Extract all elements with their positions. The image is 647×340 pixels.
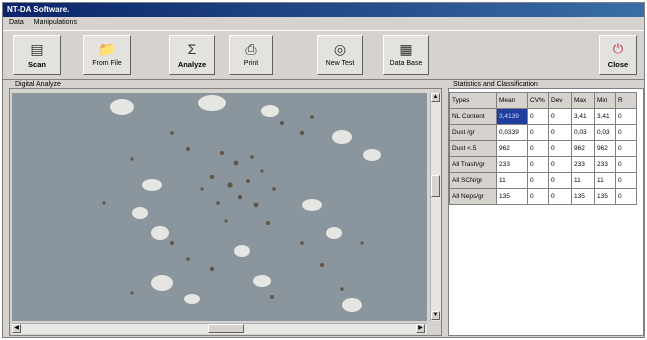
table-cell[interactable]: 233	[594, 156, 616, 173]
database-icon: ▦	[399, 41, 413, 57]
image-vertical-scrollbar[interactable]: ▲ ▼	[430, 93, 441, 321]
image-horizontal-scrollbar[interactable]: ◀ ▶	[12, 323, 427, 334]
table-cell[interactable]: 0	[527, 188, 549, 205]
toolbar: ▤ Scan 📁 From File Σ Analyze ⎙ Print ◎ N…	[3, 30, 644, 80]
header-r: R	[615, 92, 637, 109]
table-cell[interactable]: 0	[615, 140, 637, 157]
table-header-row: Types Mean CV% Dev Max Min R	[449, 92, 637, 109]
scanner-icon: ▤	[30, 41, 44, 57]
table-row[interactable]: Dust <.5 962 0 0 962 962 0	[449, 140, 637, 157]
table-cell[interactable]: 0,0339	[496, 124, 528, 141]
scan-button[interactable]: ▤ Scan	[13, 35, 61, 75]
table-cell[interactable]: 0	[527, 172, 549, 189]
menu-bar: Data Manipulations	[3, 17, 644, 29]
app-window: NT-DA Software. Data Manipulations ▤ Sca…	[2, 2, 645, 338]
table-cell[interactable]: 135	[594, 188, 616, 205]
table-cell[interactable]: 233	[496, 156, 528, 173]
scroll-right-icon[interactable]: ▶	[416, 324, 425, 333]
selected-cell[interactable]: 3,4139	[496, 108, 528, 125]
table-cell[interactable]: 11	[571, 172, 595, 189]
from-file-button[interactable]: 📁 From File	[83, 35, 131, 75]
scroll-down-icon[interactable]: ▼	[431, 311, 440, 320]
table-cell[interactable]: 0	[615, 188, 637, 205]
table-cell[interactable]: 0	[615, 172, 637, 189]
power-icon: ⏻	[612, 41, 624, 56]
table-cell[interactable]: 0	[615, 156, 637, 173]
close-button[interactable]: ⏻ Close	[599, 35, 637, 75]
table-cell[interactable]: 0	[527, 140, 549, 157]
row-label: All Neps/gr	[449, 188, 497, 205]
table-cell[interactable]: 0	[615, 108, 637, 125]
row-label: NL Content	[449, 108, 497, 125]
header-max: Max	[571, 92, 595, 109]
row-label: All Trash/gr	[449, 156, 497, 173]
table-cell[interactable]: 0	[548, 140, 572, 157]
title-bar: NT-DA Software.	[3, 3, 644, 17]
table-cell[interactable]: 0,03	[594, 124, 616, 141]
fiber-sample-picture	[12, 93, 427, 321]
new-test-button[interactable]: ◎ New Test	[317, 35, 363, 75]
table-cell[interactable]: 0	[548, 188, 572, 205]
scroll-up-icon[interactable]: ▲	[431, 93, 440, 102]
row-label: All SCN/gr	[449, 172, 497, 189]
table-cell[interactable]: 962	[496, 140, 528, 157]
scroll-left-icon[interactable]: ◀	[12, 324, 21, 333]
row-label: Dust <.5	[449, 140, 497, 157]
table-row[interactable]: All Neps/gr 135 0 0 135 135 0	[449, 188, 637, 205]
sample-image	[12, 93, 427, 321]
table-cell[interactable]: 0	[615, 124, 637, 141]
table-row[interactable]: NL Content 3,4139 0 0 3,41 3,41 0	[449, 108, 637, 125]
header-mean: Mean	[496, 92, 528, 109]
menu-manipulations[interactable]: Manipulations	[34, 19, 77, 26]
table-row[interactable]: All Trash/gr 233 0 0 233 233 0	[449, 156, 637, 173]
table-cell[interactable]: 3,41	[594, 108, 616, 125]
test-tube-icon: ◎	[333, 41, 347, 57]
table-cell[interactable]: 0	[527, 124, 549, 141]
table-cell[interactable]: 0	[548, 172, 572, 189]
statistics-panel: Types Mean CV% Dev Max Min R NL Content …	[448, 88, 644, 336]
row-label: Dust /gr	[449, 124, 497, 141]
analyze-button[interactable]: Σ Analyze	[169, 35, 215, 75]
printer-icon: ⎙	[245, 41, 257, 57]
table-cell[interactable]: 0	[548, 156, 572, 173]
data-base-button[interactable]: ▦ Data Base	[383, 35, 429, 75]
header-dev: Dev	[548, 92, 572, 109]
table-cell[interactable]: 3,41	[571, 108, 595, 125]
menu-data[interactable]: Data	[9, 19, 24, 26]
table-cell[interactable]: 11	[594, 172, 616, 189]
folder-file-icon: 📁	[98, 41, 116, 57]
table-cell[interactable]: 0	[527, 108, 549, 125]
table-cell[interactable]: 0	[527, 156, 549, 173]
print-button[interactable]: ⎙ Print	[229, 35, 273, 75]
table-cell[interactable]: 0	[548, 108, 572, 125]
table-cell[interactable]: 962	[594, 140, 616, 157]
table-cell[interactable]: 0,03	[571, 124, 595, 141]
header-types: Types	[449, 92, 497, 109]
table-row[interactable]: Dust /gr 0,0339 0 0 0,03 0,03 0	[449, 124, 637, 141]
table-cell[interactable]: 11	[496, 172, 528, 189]
table-cell[interactable]: 135	[496, 188, 528, 205]
table-row[interactable]: All SCN/gr 11 0 0 11 11 0	[449, 172, 637, 189]
stats-panel-label: Statistics and Classification	[453, 81, 538, 88]
horizontal-scroll-thumb[interactable]	[208, 324, 244, 333]
sigma-icon: Σ	[187, 41, 197, 57]
table-cell[interactable]: 233	[571, 156, 595, 173]
vertical-scroll-thumb[interactable]	[431, 175, 440, 197]
statistics-table: Types Mean CV% Dev Max Min R NL Content …	[449, 92, 637, 205]
table-cell[interactable]: 962	[571, 140, 595, 157]
header-min: Min	[594, 92, 616, 109]
image-panel: ▲ ▼ ◀ ▶	[9, 88, 442, 336]
table-cell[interactable]: 0	[548, 124, 572, 141]
header-cv: CV%	[527, 92, 549, 109]
table-cell[interactable]: 135	[571, 188, 595, 205]
image-panel-label: Digital Analyze	[15, 81, 61, 88]
